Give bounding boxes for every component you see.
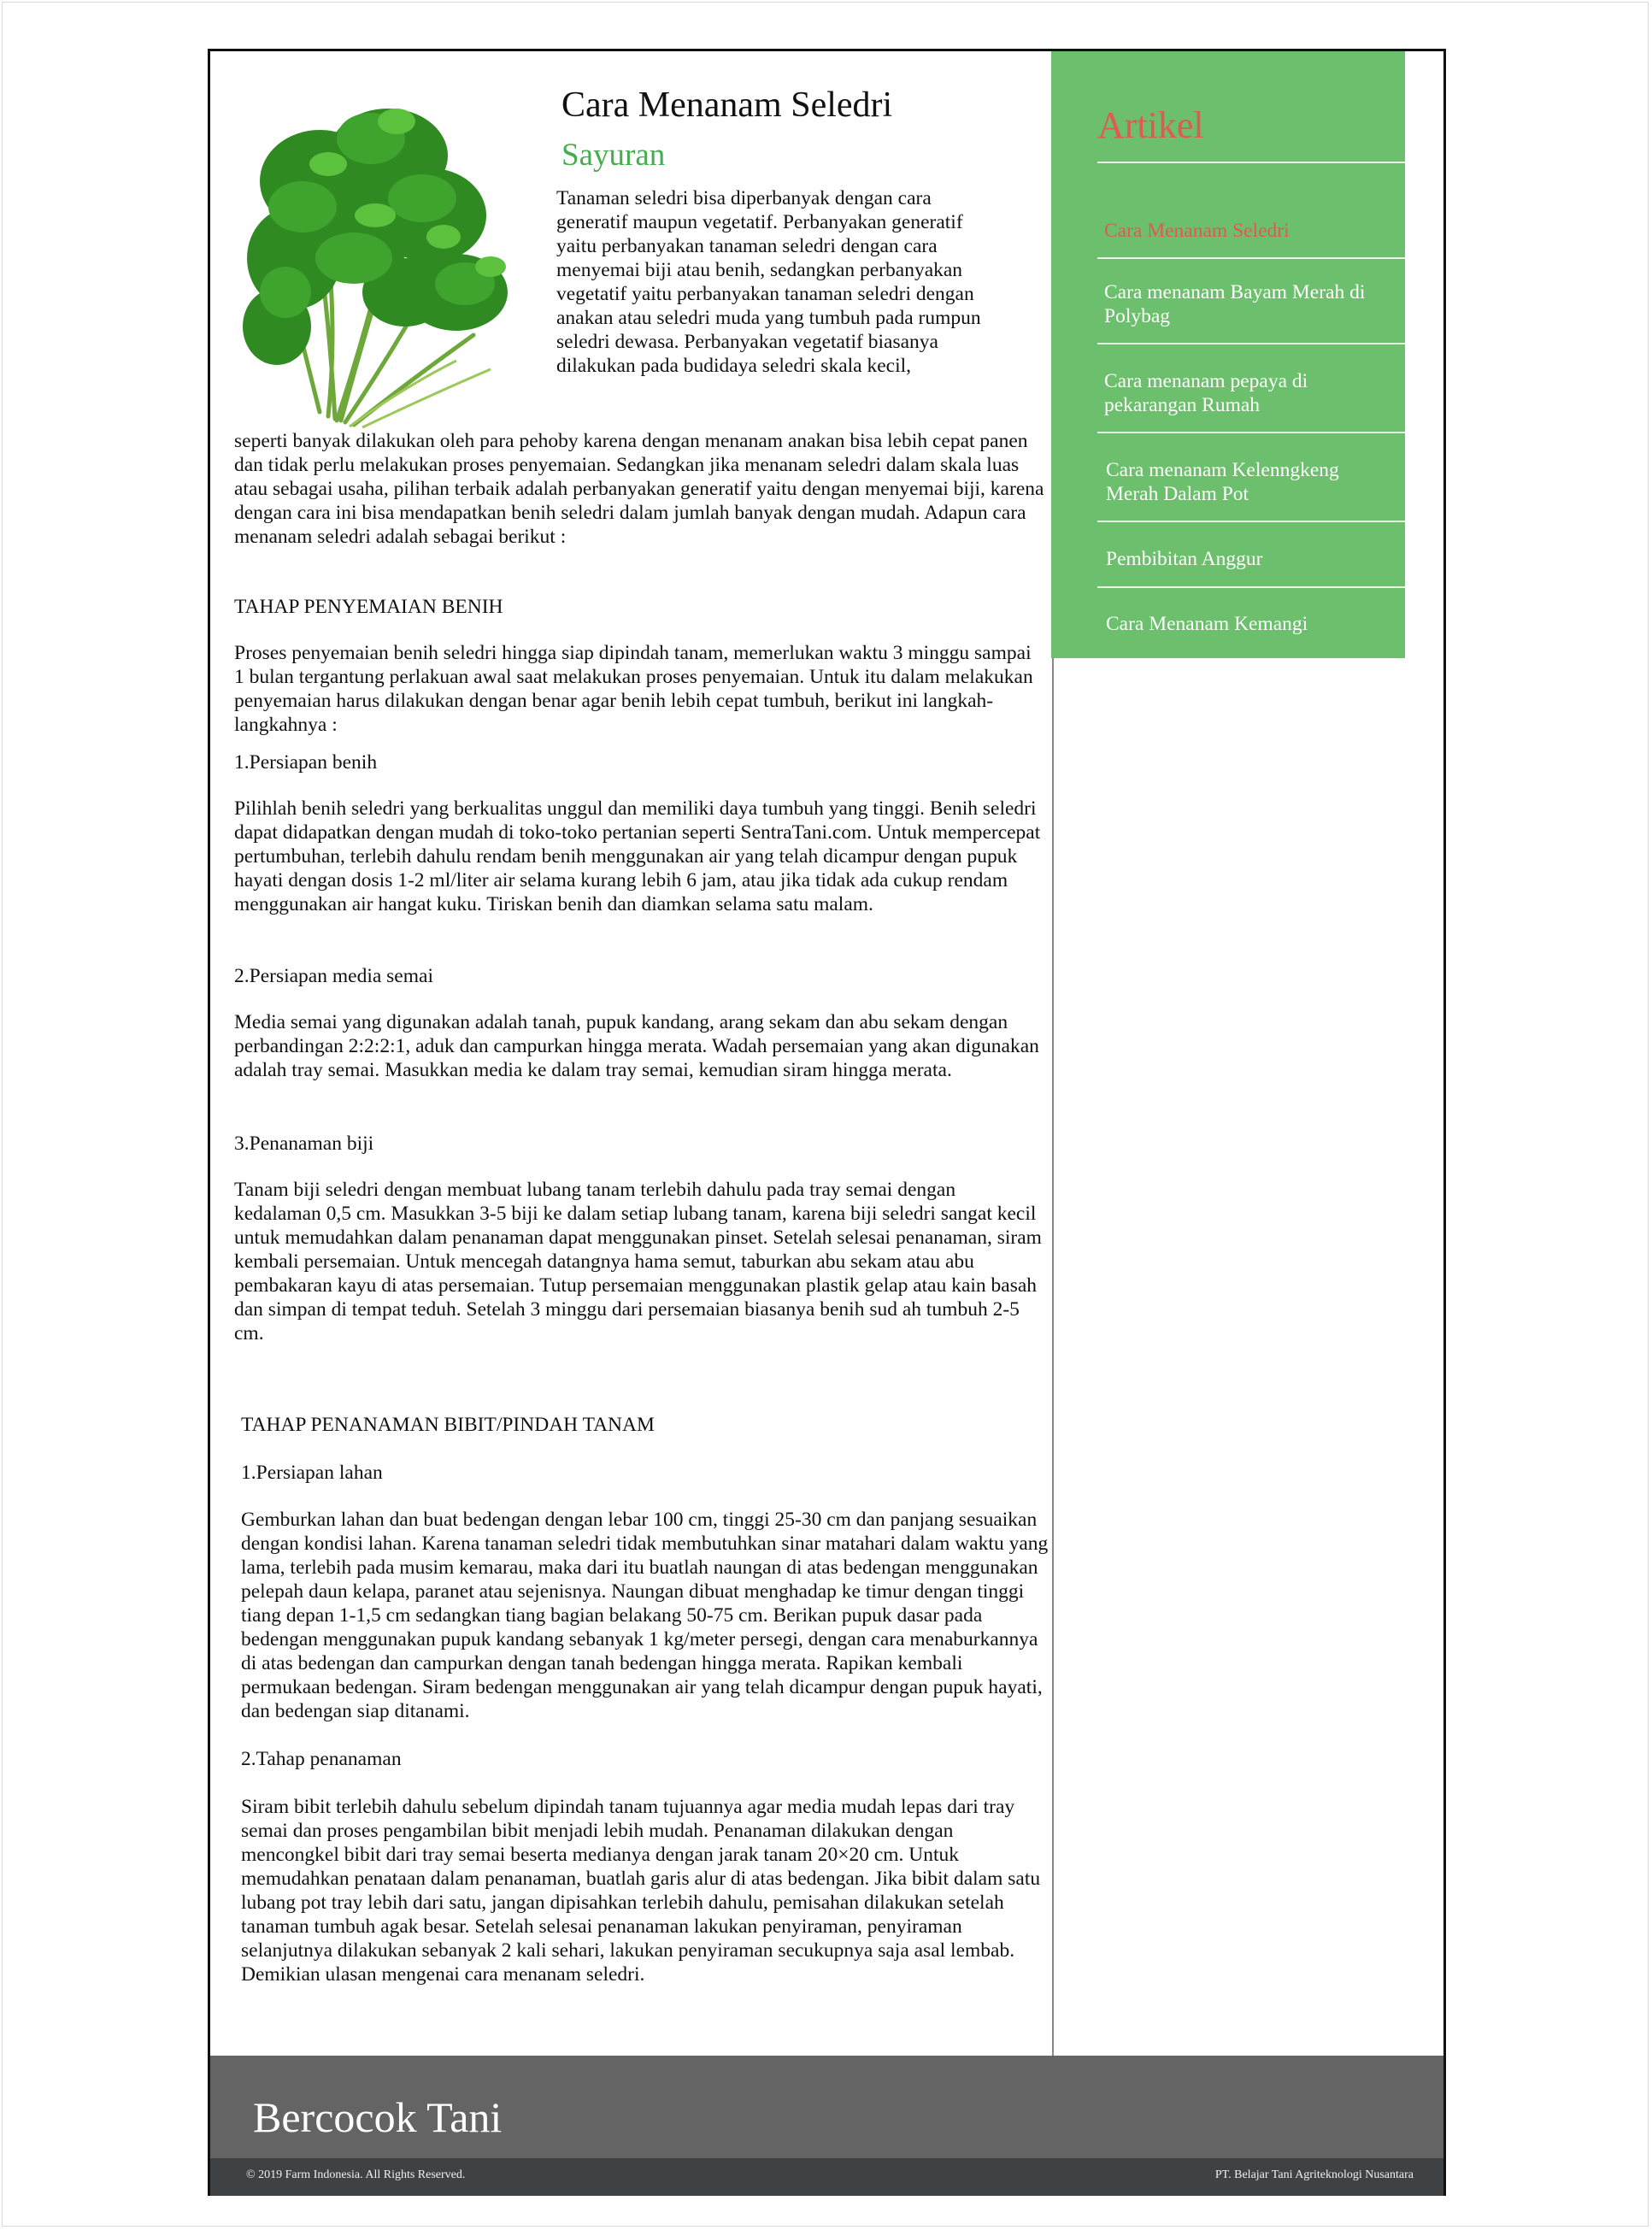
copyright-bar: © 2019 Farm Indonesia. All Rights Reserv… — [210, 2158, 1443, 2196]
section1-step2-body: Media semai yang digunakan adalah tanah,… — [234, 1011, 1039, 1081]
section1-intro: Proses penyemaian benih seledri hingga s… — [234, 642, 1033, 736]
sidebar-rule — [1097, 257, 1405, 259]
article-category[interactable]: Sayuran — [561, 137, 665, 174]
sidebar-link-anggur[interactable]: Pembibitan Anggur — [1106, 547, 1388, 571]
sidebar-title: Artikel — [1097, 104, 1204, 146]
footer-brand[interactable]: Bercocok Tani — [253, 2092, 502, 2143]
sidebar-link-pepaya[interactable]: Cara menanam pepaya di pekarangan Rumah — [1104, 369, 1361, 417]
section2-step1-body: Gemburkan lahan dan buat bedengan dengan… — [241, 1509, 1049, 1722]
sidebar-title-rule — [1097, 162, 1405, 163]
article-title: Cara Menanam Seledri — [561, 85, 893, 125]
sidebar-rule — [1097, 432, 1405, 433]
section1-step1-body: Pilihlah benih seledri yang berkualitas … — [234, 797, 1041, 915]
sidebar-rule — [1097, 343, 1405, 344]
section1-step3-body: Tanam biji seledri dengan membuat lubang… — [234, 1179, 1042, 1344]
celery-image — [243, 109, 508, 429]
page-frame: Cara Menanam Seledri Sayuran Tanaman sel… — [208, 49, 1446, 2196]
sidebar-link-kelengkeng[interactable]: Cara menanam Kelenngkeng Merah Dalam Pot — [1106, 458, 1371, 506]
sidebar-link-kemangi[interactable]: Cara Menanam Kemangi — [1106, 612, 1388, 636]
company-name: PT. Belajar Tani Agriteknologi Nusantara — [1214, 2168, 1414, 2181]
section2-step2-body: Siram bibit terlebih dahulu sebelum dipi… — [241, 1796, 1041, 1986]
intro-paragraph-side: Tanaman seledri bisa diperbanyak dengan … — [556, 187, 981, 377]
copyright-text: © 2019 Farm Indonesia. All Rights Reserv… — [246, 2168, 466, 2181]
section1-step3-title: 3.Penanaman biji — [234, 1133, 374, 1155]
section1-heading: TAHAP PENYEMAIAN BENIH — [234, 596, 503, 618]
section1-step1-title: 1.Persiapan benih — [234, 751, 378, 774]
intro-paragraph-continued: seperti banyak dilakukan oleh para pehob… — [234, 430, 1044, 548]
sidebar-link-bayam-merah[interactable]: Cara menanam Bayam Merah di Polybag — [1104, 280, 1395, 328]
sidebar-link-seledri[interactable]: Cara Menanam Seledri — [1104, 219, 1395, 243]
section2-step1-title: 1.Persiapan lahan — [241, 1462, 383, 1484]
section1-step2-title: 2.Persiapan media semai — [234, 965, 433, 987]
sidebar-rule — [1097, 586, 1405, 588]
sidebar: Artikel Cara Menanam Seledri Cara menana… — [1051, 51, 1405, 658]
section2-step2-title: 2.Tahap penanaman — [241, 1748, 402, 1770]
site-footer: Bercocok Tani — [210, 2056, 1443, 2158]
sidebar-rule — [1097, 521, 1405, 522]
section2-heading: TAHAP PENANAMAN BIBIT/PINDAH TANAM — [241, 1414, 655, 1436]
